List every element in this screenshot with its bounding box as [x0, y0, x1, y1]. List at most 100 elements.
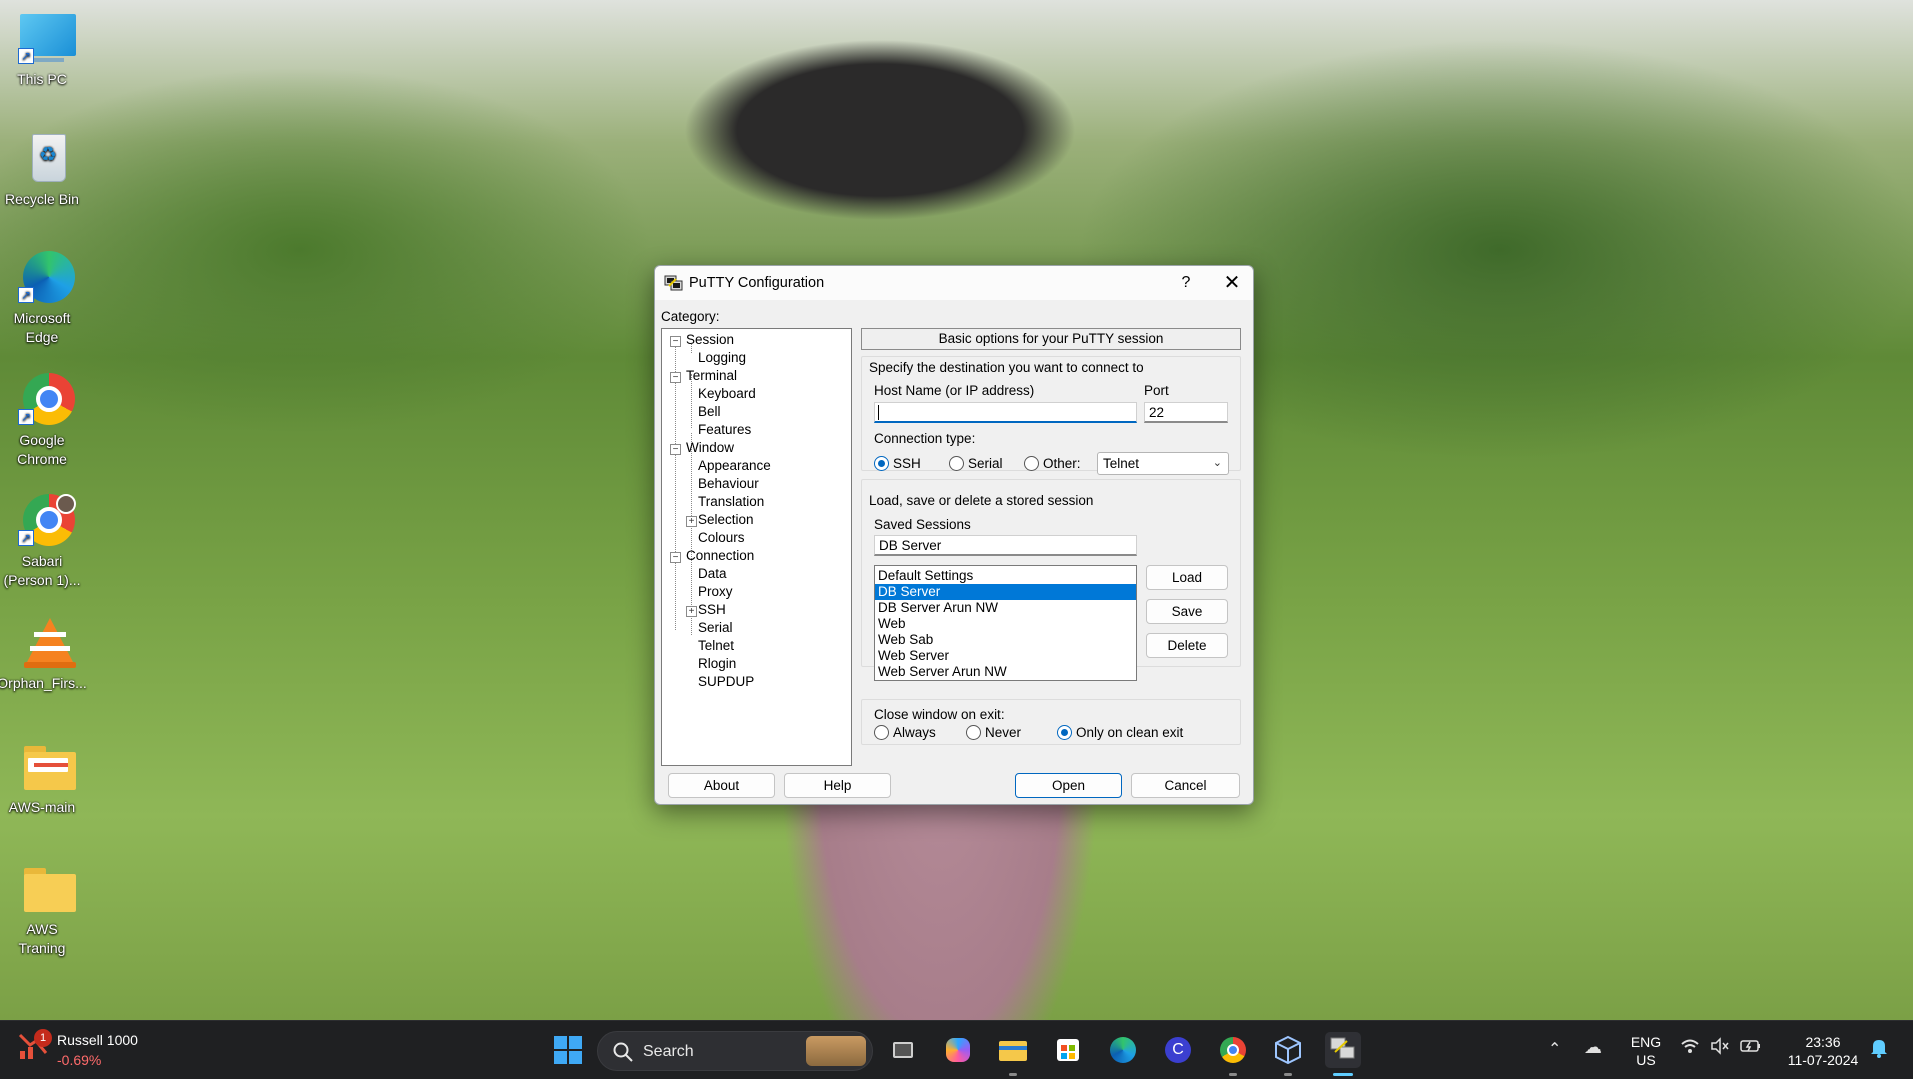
taskbar: 1 Russell 1000 -0.69% Search C ⌃ ☁ ENG U… [0, 1020, 1913, 1079]
onedrive-offline-icon[interactable]: ☁ [1584, 1037, 1602, 1058]
host-name-input[interactable] [874, 402, 1137, 423]
desktop-icon-edge[interactable]: ↗ Microsoft Edge [2, 251, 82, 347]
session-item[interactable]: Web [875, 616, 1136, 632]
edge-icon: ↗ [12, 251, 75, 303]
desktop-icon-label: Microsoft Edge [13, 310, 71, 345]
desktop-icon-vlc[interactable]: Orphan_Firs... [0, 616, 87, 693]
clock[interactable]: 23:36 11-07-2024 [1778, 1033, 1868, 1069]
help-button[interactable]: Help [784, 773, 891, 798]
host-label: Host Name (or IP address) [874, 383, 1035, 398]
tree-item-rlogin[interactable]: Rlogin [698, 656, 736, 671]
tree-item-translation[interactable]: Translation [698, 494, 764, 509]
category-tree[interactable]: − Session Logging − Terminal Keyboard Be… [661, 328, 852, 766]
search-icon [613, 1042, 633, 1062]
clean-exit-radio-label[interactable]: Only on clean exit [1076, 725, 1183, 740]
clean-exit-radio[interactable] [1057, 725, 1072, 740]
virtualbox-icon[interactable] [1270, 1032, 1306, 1068]
copilot-icon[interactable] [940, 1032, 976, 1068]
search-highlight-icon [806, 1036, 866, 1066]
title-bar[interactable]: PuTTY Configuration ? ✕ [655, 266, 1253, 300]
saved-session-input[interactable]: DB Server [874, 535, 1137, 556]
tree-item-bell[interactable]: Bell [698, 404, 721, 419]
tree-item-colours[interactable]: Colours [698, 530, 745, 545]
session-item[interactable]: Default Settings [875, 568, 1136, 584]
about-button[interactable]: About [668, 773, 775, 798]
tree-item-proxy[interactable]: Proxy [698, 584, 733, 599]
session-item[interactable]: Web Server Arun NW [875, 664, 1136, 680]
dialog-title: PuTTY Configuration [689, 275, 825, 291]
desktop-icon-label: Orphan_Firs... [0, 675, 87, 691]
desktop-icon-chrome-profile[interactable]: ↗ Sabari (Person 1)... [2, 494, 82, 590]
always-radio-label[interactable]: Always [893, 725, 936, 740]
serial-radio[interactable] [949, 456, 964, 471]
always-radio[interactable] [874, 725, 889, 740]
other-radio-label[interactable]: Other: [1043, 456, 1081, 471]
session-item[interactable]: Web Sab [875, 632, 1136, 648]
port-label: Port [1144, 383, 1169, 398]
cancel-button[interactable]: Cancel [1131, 773, 1240, 798]
sessions-listbox[interactable]: Default Settings DB Server DB Server Aru… [874, 565, 1137, 681]
edge-taskbar-icon[interactable] [1105, 1032, 1141, 1068]
desktop-icon-label: This PC [17, 71, 67, 87]
desktop-icon-this-pc[interactable]: ↗ This PC [2, 12, 82, 89]
tree-item-behaviour[interactable]: Behaviour [698, 476, 759, 491]
microsoft-store-icon[interactable] [1050, 1032, 1086, 1068]
putty-icon [664, 274, 684, 292]
load-button[interactable]: Load [1146, 565, 1228, 590]
stock-name[interactable]: Russell 1000 [57, 1032, 138, 1048]
desktop-icon-chrome[interactable]: ↗ Google Chrome [2, 373, 82, 469]
notification-bell-icon[interactable] [1870, 1038, 1888, 1063]
tree-item-appearance[interactable]: Appearance [698, 458, 771, 473]
desktop-icon-label: Google Chrome [17, 432, 67, 467]
chrome-icon: ↗ [12, 373, 75, 425]
language-indicator[interactable]: ENG US [1626, 1033, 1666, 1069]
save-button[interactable]: Save [1146, 599, 1228, 624]
open-button[interactable]: Open [1015, 773, 1122, 798]
ssh-radio-label[interactable]: SSH [893, 456, 921, 471]
connection-type-label: Connection type: [874, 431, 976, 446]
chevron-up-icon[interactable]: ⌃ [1548, 1039, 1561, 1059]
tree-item-logging[interactable]: Logging [698, 350, 746, 365]
desktop-icon-aws-traning[interactable]: AWS Traning [2, 862, 82, 958]
session-item-selected[interactable]: DB Server [875, 584, 1136, 600]
panel-header: Basic options for your PuTTY session [861, 328, 1241, 350]
tree-item-supdup[interactable]: SUPDUP [698, 674, 754, 689]
close-icon[interactable]: ✕ [1209, 266, 1255, 300]
serial-radio-label[interactable]: Serial [968, 456, 1003, 471]
desktop-icon-aws-main[interactable]: AWS-main [2, 740, 82, 817]
ssh-radio[interactable] [874, 456, 889, 471]
wifi-icon[interactable] [1680, 1037, 1700, 1060]
notification-badge: 1 [34, 1029, 52, 1047]
tree-item-features[interactable]: Features [698, 422, 751, 437]
volume-muted-icon[interactable] [1710, 1037, 1730, 1060]
tree-item-serial[interactable]: Serial [698, 620, 733, 635]
taskbar-search[interactable]: Search [597, 1031, 873, 1071]
chrome-profile-icon: ↗ [12, 494, 76, 546]
desktop-icon-label: AWS-main [8, 799, 76, 815]
desktop-icon-label: Sabari (Person 1)... [3, 553, 81, 588]
tree-item-keyboard[interactable]: Keyboard [698, 386, 756, 401]
session-item[interactable]: DB Server Arun NW [875, 600, 1136, 616]
protocol-select[interactable]: Telnet ⌄ [1097, 452, 1229, 475]
battery-charging-icon[interactable] [1740, 1037, 1762, 1060]
stock-change: -0.69% [57, 1052, 102, 1068]
sessions-group-label: Load, save or delete a stored session [869, 493, 1094, 508]
text-cursor [878, 405, 879, 420]
tree-item-telnet[interactable]: Telnet [698, 638, 734, 653]
never-radio[interactable] [966, 725, 981, 740]
desktop-icon-recycle-bin[interactable]: ♻ Recycle Bin [2, 132, 82, 209]
never-radio-label[interactable]: Never [985, 725, 1021, 740]
delete-button[interactable]: Delete [1146, 633, 1228, 658]
chrome-taskbar-icon[interactable] [1215, 1032, 1251, 1068]
port-input[interactable]: 22 [1144, 402, 1228, 423]
tree-item-data[interactable]: Data [698, 566, 727, 581]
task-view-icon[interactable] [885, 1032, 921, 1068]
file-explorer-icon[interactable] [995, 1032, 1031, 1068]
putty-taskbar-icon[interactable] [1325, 1032, 1361, 1068]
copilot-app-icon[interactable]: C [1160, 1032, 1196, 1068]
vlc-icon [12, 616, 76, 668]
windows-start-icon[interactable] [550, 1032, 586, 1068]
other-radio[interactable] [1024, 456, 1039, 471]
session-item[interactable]: Web Server [875, 648, 1136, 664]
help-title-button[interactable]: ? [1163, 266, 1209, 300]
